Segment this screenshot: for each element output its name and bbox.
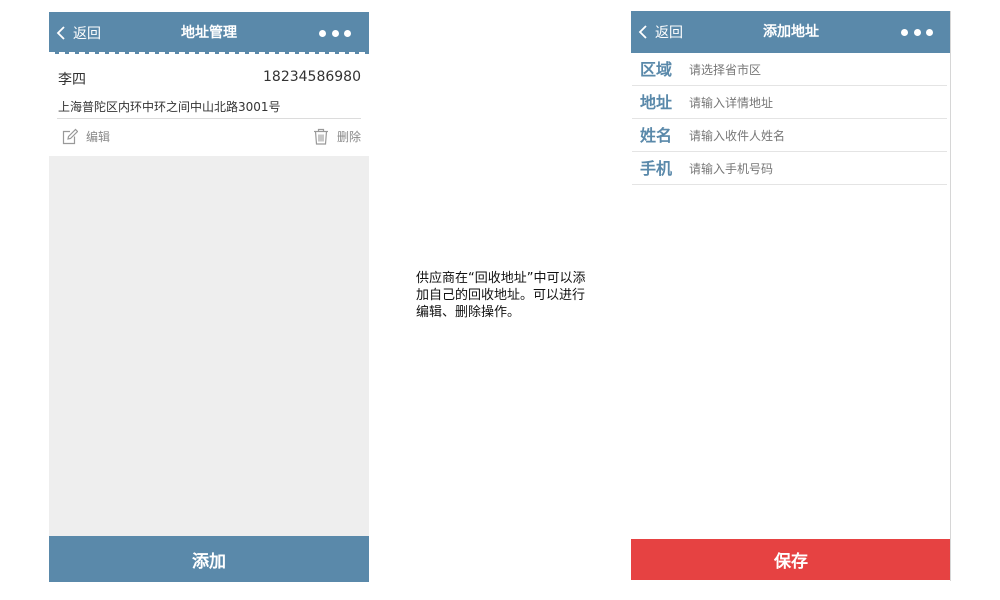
name-label: 姓名: [640, 126, 673, 145]
recipient-name: 李四: [58, 72, 86, 88]
more-dots-icon[interactable]: [901, 26, 933, 38]
back-button[interactable]: 返回: [637, 11, 683, 53]
empty-list-area: [49, 156, 369, 536]
address-management-screen: 返回 地址管理 李四 18234586980 上海普陀区内环中环之间中山北路30…: [49, 12, 369, 582]
region-row: 区域: [632, 53, 947, 86]
address-detail: 上海普陀区内环中环之间中山北路3001号: [58, 100, 281, 114]
delete-button[interactable]: 删除: [313, 126, 361, 146]
address-form: 区域 地址 姓名 手机: [631, 53, 950, 185]
phone-row: 手机: [632, 152, 947, 185]
chevron-left-icon: [638, 25, 647, 39]
address-card: 李四 18234586980 上海普陀区内环中环之间中山北路3001号 编辑 删…: [49, 54, 369, 156]
edit-icon: [62, 128, 78, 144]
region-label: 区域: [640, 60, 673, 79]
chevron-left-icon: [56, 26, 65, 40]
recipient-phone: 18234586980: [263, 69, 361, 85]
address-row: 地址: [632, 86, 947, 119]
divider: [57, 118, 361, 119]
name-input[interactable]: [689, 125, 939, 147]
nav-bar: 返回 地址管理: [49, 12, 369, 55]
phone-label: 手机: [640, 159, 673, 178]
edit-label: 编辑: [86, 129, 111, 144]
trash-icon: [313, 128, 328, 145]
back-label: 返回: [73, 26, 101, 42]
phone-input[interactable]: [689, 158, 939, 180]
region-input[interactable]: [689, 59, 939, 81]
add-address-screen: 返回 添加地址 区域 地址 姓名 手机 保存: [631, 11, 951, 581]
save-button[interactable]: 保存: [631, 539, 950, 580]
name-row: 姓名: [632, 119, 947, 152]
nav-bar: 返回 添加地址: [631, 11, 950, 53]
back-button[interactable]: 返回: [55, 12, 101, 54]
back-label: 返回: [655, 25, 683, 41]
address-input[interactable]: [689, 92, 939, 114]
edit-button[interactable]: 编辑: [62, 126, 110, 146]
more-dots-icon[interactable]: [319, 27, 351, 39]
address-label: 地址: [640, 93, 673, 112]
delete-label: 删除: [336, 129, 361, 144]
description-text: 供应商在“回收地址”中可以添加自己的回收地址。可以进行编辑、删除操作。: [416, 271, 586, 320]
add-button[interactable]: 添加: [49, 536, 369, 582]
